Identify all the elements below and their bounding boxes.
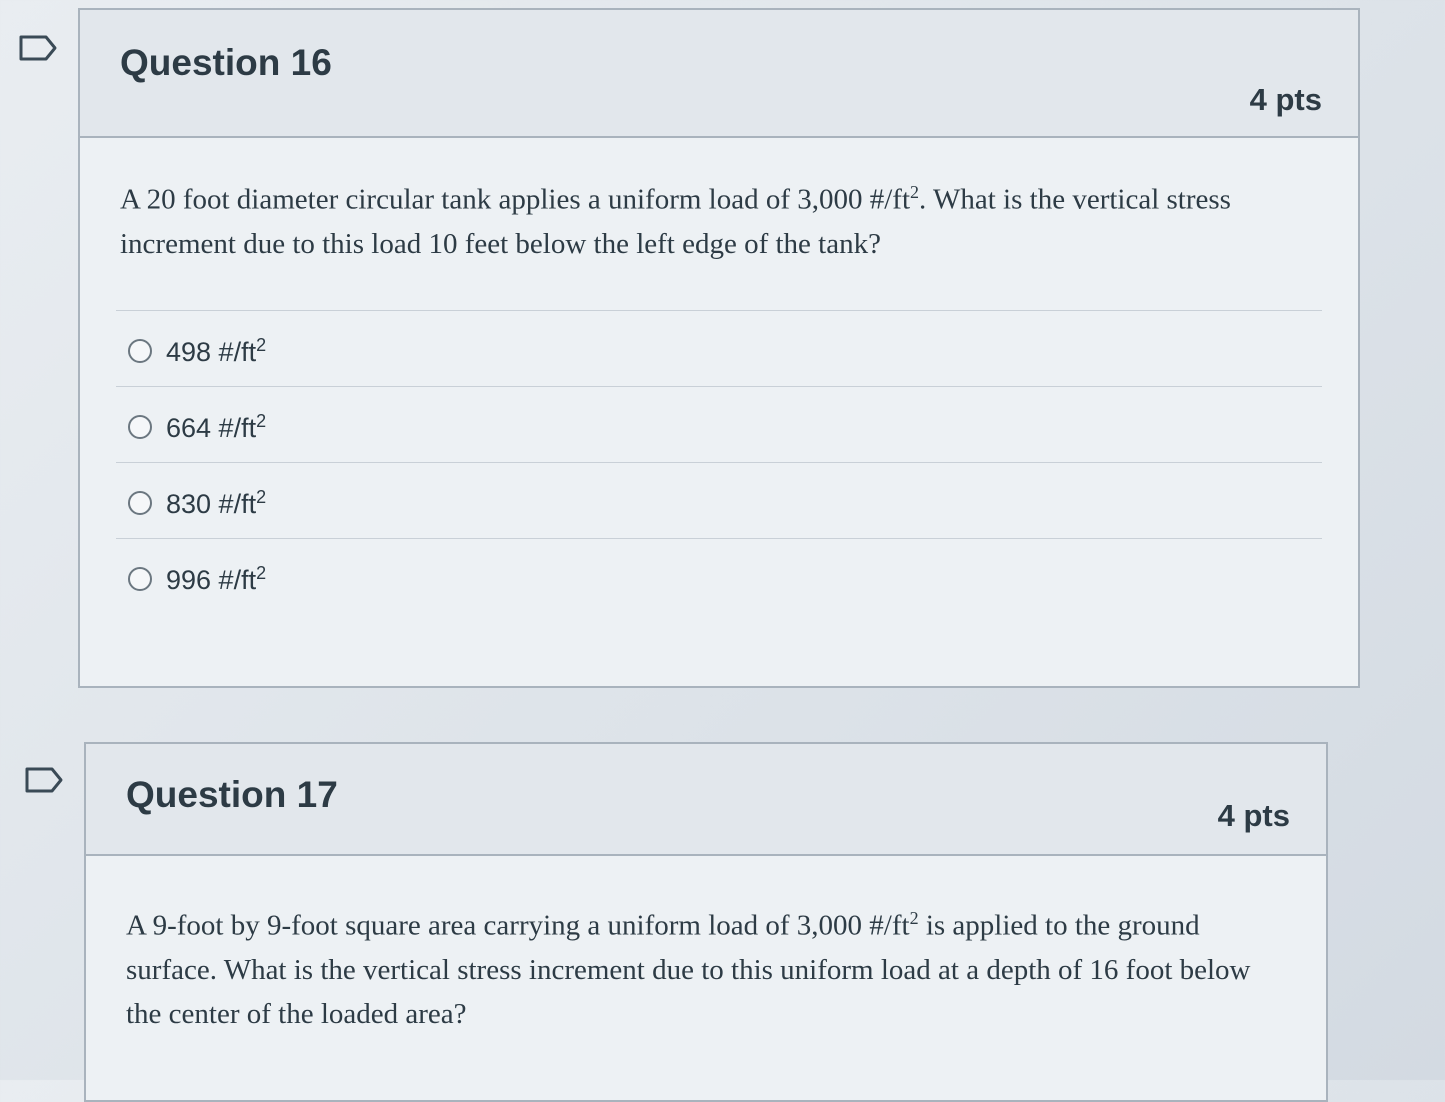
question-17-points: 4 pts bbox=[1217, 798, 1290, 833]
radio-unchecked-icon[interactable] bbox=[128, 567, 152, 591]
answer-label: 996 #/ft2 bbox=[166, 563, 267, 595]
flag-question-16-icon[interactable] bbox=[18, 34, 58, 62]
radio-unchecked-icon[interactable] bbox=[128, 491, 152, 515]
question-17-title: Question 17 bbox=[126, 774, 338, 815]
question-16-card: Question 16 4 pts A 20 foot diameter cir… bbox=[78, 8, 1360, 688]
answer-option[interactable]: 498 #/ft2 bbox=[116, 310, 1322, 386]
radio-unchecked-icon[interactable] bbox=[128, 339, 152, 363]
question-16-answers: 498 #/ft2 664 #/ft2 830 #/ft2 996 #/ft2 bbox=[116, 310, 1322, 614]
question-16-title: Question 16 bbox=[120, 42, 332, 83]
question-17-card: Question 17 4 pts A 9-foot by 9-foot squ… bbox=[84, 742, 1328, 1102]
answer-label: 830 #/ft2 bbox=[166, 487, 267, 519]
question-16-points: 4 pts bbox=[1249, 82, 1322, 117]
answer-label: 664 #/ft2 bbox=[166, 411, 267, 443]
radio-unchecked-icon[interactable] bbox=[128, 415, 152, 439]
answer-label: 498 #/ft2 bbox=[166, 335, 267, 367]
answer-option[interactable]: 664 #/ft2 bbox=[116, 386, 1322, 462]
answer-option[interactable]: 830 #/ft2 bbox=[116, 462, 1322, 538]
answer-option[interactable]: 996 #/ft2 bbox=[116, 538, 1322, 614]
flag-question-17-icon[interactable] bbox=[24, 766, 64, 794]
question-16-text: A 20 foot diameter circular tank applies… bbox=[120, 182, 1231, 260]
question-17-text: A 9-foot by 9-foot square area carrying … bbox=[126, 908, 1251, 1030]
question-17-header: Question 17 4 pts bbox=[86, 744, 1326, 856]
question-16-header: Question 16 4 pts bbox=[80, 10, 1358, 138]
